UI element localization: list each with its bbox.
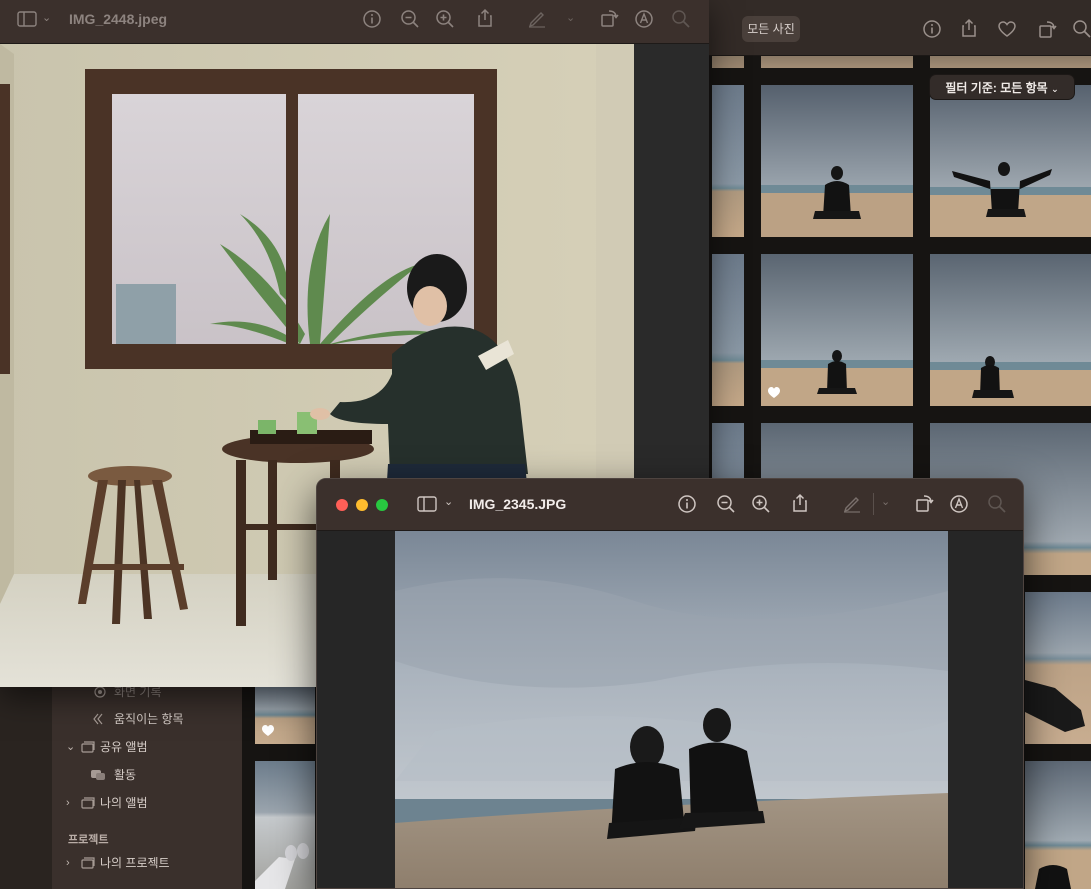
markup-icon[interactable] — [948, 493, 970, 515]
share-icon[interactable] — [958, 17, 980, 39]
all-photos-segment[interactable]: 모든 사진 — [742, 16, 800, 42]
window-title: IMG_2448.jpeg — [69, 11, 168, 27]
filter-dropdown[interactable]: 필터 기준: 모든 항목 ⌄ — [929, 74, 1075, 100]
markup-pen-icon[interactable] — [526, 7, 548, 29]
chevron-down-icon[interactable]: ⌄ — [42, 11, 51, 24]
chevron-down-icon[interactable]: ⌄ — [66, 736, 78, 758]
favorite-heart-icon[interactable] — [767, 386, 781, 399]
rotate-icon[interactable] — [913, 492, 935, 514]
favorite-heart-icon[interactable] — [261, 724, 275, 737]
sidebar-item-label: 활동 — [114, 768, 137, 782]
window-titlebar: ⌄ IMG_2345.JPG ⌄ — [317, 479, 1023, 531]
zoom-out-icon[interactable] — [715, 493, 737, 515]
filter-label: 필터 기준: 모든 항목 — [945, 81, 1048, 95]
photo-thumbnail[interactable] — [1025, 761, 1091, 889]
chevron-right-icon[interactable]: › — [66, 792, 78, 814]
photos-sidebar: 화면 기록 움직이는 항목 ⌄ 공유 앨범 활동 › 나의 앨범 프로젝트 › … — [52, 685, 242, 889]
rotate-icon[interactable] — [1036, 18, 1058, 40]
chevron-down-icon: ⌄ — [1051, 84, 1059, 94]
zoom-in-icon[interactable] — [434, 8, 456, 30]
sidebar-item-label: 나의 프로젝트 — [100, 856, 170, 870]
sidebar-toggle-icon[interactable] — [16, 8, 38, 30]
minimize-button[interactable] — [356, 499, 368, 511]
sidebar-item-live-photos[interactable]: 움직이는 항목 — [52, 708, 242, 730]
photo-beach-couple[interactable] — [395, 531, 948, 888]
heart-icon[interactable] — [996, 18, 1018, 40]
photo-thumbnail[interactable] — [930, 254, 1091, 406]
sidebar-item-my-projects[interactable]: › 나의 프로젝트 — [52, 852, 242, 874]
sidebar-item-label: 나의 앨범 — [100, 796, 148, 810]
sidebar-item-label: 움직이는 항목 — [114, 712, 184, 726]
photo-thumbnail[interactable] — [761, 85, 913, 237]
sidebar-section-projects: 프로젝트 — [68, 834, 109, 846]
chevron-down-icon[interactable]: ⌄ — [881, 495, 890, 508]
window-titlebar: ⌄ IMG_2448.jpeg ⌄ — [0, 0, 709, 44]
record-icon — [92, 685, 108, 699]
activity-bubble-icon — [90, 768, 106, 782]
chevron-down-icon[interactable]: ⌄ — [444, 495, 453, 508]
sidebar-item-label: 공유 앨범 — [100, 740, 148, 754]
info-icon[interactable] — [361, 8, 383, 30]
chevron-down-icon[interactable]: ⌄ — [566, 11, 575, 24]
photo-thumbnail[interactable] — [712, 254, 744, 406]
zoom-in-icon[interactable] — [750, 493, 772, 515]
markup-icon[interactable] — [633, 8, 655, 30]
project-folder-icon — [80, 856, 96, 870]
sidebar-toggle-icon[interactable] — [416, 493, 438, 515]
preview-window-img-2345: ⌄ IMG_2345.JPG ⌄ — [316, 478, 1024, 889]
chevron-right-icon[interactable]: › — [66, 852, 78, 874]
search-icon[interactable] — [1071, 18, 1091, 40]
photo-thumbnail[interactable] — [761, 56, 913, 68]
photo-thumbnail[interactable] — [712, 85, 744, 237]
photo-thumbnail[interactable] — [930, 56, 1091, 68]
photo-thumbnail[interactable] — [930, 85, 1091, 237]
sidebar-item-activity[interactable]: 활동 — [52, 764, 242, 786]
sidebar-item-my-albums[interactable]: › 나의 앨범 — [52, 792, 242, 814]
window-title: IMG_2345.JPG — [469, 496, 567, 512]
shared-album-icon — [80, 740, 96, 754]
zoom-out-icon[interactable] — [399, 8, 421, 30]
photo-thumbnail[interactable] — [761, 254, 913, 406]
photo-thumbnail[interactable] — [255, 761, 315, 889]
search-icon[interactable] — [986, 493, 1008, 515]
album-folder-icon — [80, 796, 96, 810]
sidebar-item-shared-albums[interactable]: ⌄ 공유 앨범 — [52, 736, 242, 758]
markup-pen-icon[interactable] — [841, 492, 863, 514]
share-icon[interactable] — [474, 7, 496, 29]
photo-thumbnail[interactable] — [712, 56, 744, 68]
photo-thumbnail[interactable] — [1025, 592, 1091, 744]
toolbar-divider — [873, 493, 874, 515]
rotate-icon[interactable] — [598, 7, 620, 29]
share-icon[interactable] — [789, 492, 811, 514]
info-icon[interactable] — [921, 18, 943, 40]
motion-icon — [92, 712, 108, 726]
info-icon[interactable] — [676, 493, 698, 515]
zoom-button[interactable] — [376, 499, 388, 511]
close-button[interactable] — [336, 499, 348, 511]
search-icon[interactable] — [670, 8, 692, 30]
